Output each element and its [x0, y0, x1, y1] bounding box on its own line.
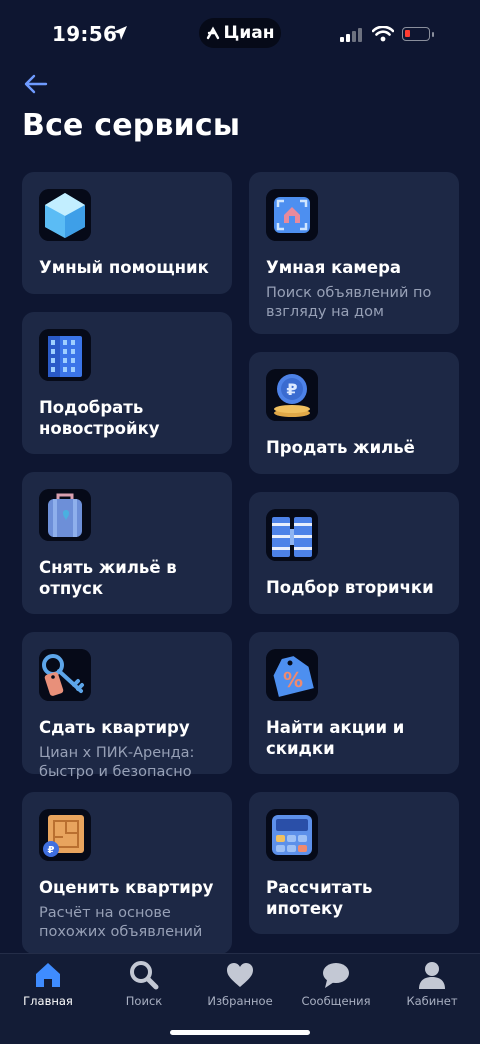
service-card-vacation-rental[interactable]: Снять жильё в отпуск — [22, 472, 232, 614]
calculator-icon — [266, 809, 318, 861]
cellular-signal-icon — [340, 28, 362, 42]
status-time: 19:56 — [52, 22, 118, 46]
svg-text:₽: ₽ — [286, 380, 297, 399]
tab-messages[interactable]: Сообщения — [288, 960, 384, 1008]
keys-icon — [39, 649, 91, 701]
floorplan-icon: ₽ — [39, 809, 91, 861]
camera-scan-icon — [266, 189, 318, 241]
service-card-title: Подбор вторички — [266, 578, 434, 597]
service-card-resale-selection[interactable]: Подбор вторички — [249, 492, 459, 614]
location-arrow-icon — [113, 26, 127, 40]
tab-cabinet-label: Кабинет — [406, 994, 458, 1008]
service-card-title: Умная камера — [266, 258, 402, 277]
tab-home-label: Главная — [23, 994, 73, 1008]
service-card-title: Найти акции и скидки — [266, 718, 405, 758]
service-card-subtitle: Циан х ПИК-Аренда: быстро и безопасно — [39, 745, 195, 780]
app-pill-label: Циан — [223, 23, 275, 43]
service-card-smart-assistant[interactable]: Умный помощник — [22, 172, 232, 294]
battery-icon — [402, 27, 430, 41]
crystal-icon — [39, 189, 91, 241]
service-card-title: Подобрать новостройку — [39, 398, 160, 438]
service-card-sell-property[interactable]: ₽ Продать жильё — [249, 352, 459, 474]
suitcase-icon — [39, 489, 91, 541]
battery-cap — [432, 32, 434, 37]
service-card-title: Рассчитать ипотеку — [266, 878, 373, 918]
service-card-mortgage-calculator[interactable]: Рассчитать ипотеку — [249, 792, 459, 934]
status-bar: 19:56 Циан — [0, 0, 480, 68]
cian-logo-icon — [206, 26, 219, 40]
services-column-left: Умный помощник Подобрать новостройку Сня… — [22, 172, 232, 972]
tab-favorites[interactable]: Избранное — [192, 960, 288, 1008]
service-card-title: Оценить квартиру — [39, 878, 214, 897]
service-card-title: Снять жильё в отпуск — [39, 558, 177, 598]
service-card-rent-out-apartment[interactable]: Сдать квартиру Циан х ПИК-Аренда: быстро… — [22, 632, 232, 780]
coin-icon: ₽ — [266, 369, 318, 421]
tab-home[interactable]: Главная — [0, 960, 96, 1008]
page-title: Все сервисы — [22, 108, 241, 143]
discount-tag-icon: % — [266, 649, 318, 701]
service-card-title: Сдать квартиру — [39, 718, 190, 737]
service-card-subtitle: Расчёт на основе похожих объявлений — [39, 905, 203, 940]
service-card-smart-camera[interactable]: Умная камера Поиск объявлений по взгляду… — [249, 172, 459, 334]
service-card-title: Продать жильё — [266, 438, 415, 457]
service-card-evaluate-apartment[interactable]: ₽ Оценить квартиру Расчёт на основе похо… — [22, 792, 232, 954]
services-column-right: Умная камера Поиск объявлений по взгляду… — [249, 172, 459, 952]
search-icon — [130, 961, 159, 990]
service-card-title: Умный помощник — [39, 258, 209, 277]
service-card-subtitle: Поиск объявлений по взгляду на дом — [266, 285, 432, 320]
wifi-icon — [372, 26, 394, 42]
home-indicator — [170, 1030, 310, 1035]
tab-favorites-label: Избранное — [207, 994, 273, 1008]
user-icon — [419, 962, 445, 989]
app-pill[interactable]: Циан — [199, 18, 281, 48]
service-card-new-buildings[interactable]: Подобрать новостройку — [22, 312, 232, 454]
apartment-block-icon — [266, 509, 318, 561]
heart-icon — [227, 963, 253, 987]
svg-text:%: % — [283, 668, 303, 692]
back-arrow-icon[interactable] — [22, 72, 50, 96]
tab-search-label: Поиск — [125, 994, 163, 1008]
tab-messages-label: Сообщения — [301, 994, 371, 1008]
svg-text:₽: ₽ — [48, 845, 55, 856]
tab-search[interactable]: Поиск — [96, 960, 192, 1008]
service-card-discounts[interactable]: % Найти акции и скидки — [249, 632, 459, 774]
home-icon — [36, 963, 60, 987]
building-icon — [39, 329, 91, 381]
chat-bubble-icon — [323, 963, 349, 988]
tab-cabinet[interactable]: Кабинет — [384, 960, 480, 1008]
